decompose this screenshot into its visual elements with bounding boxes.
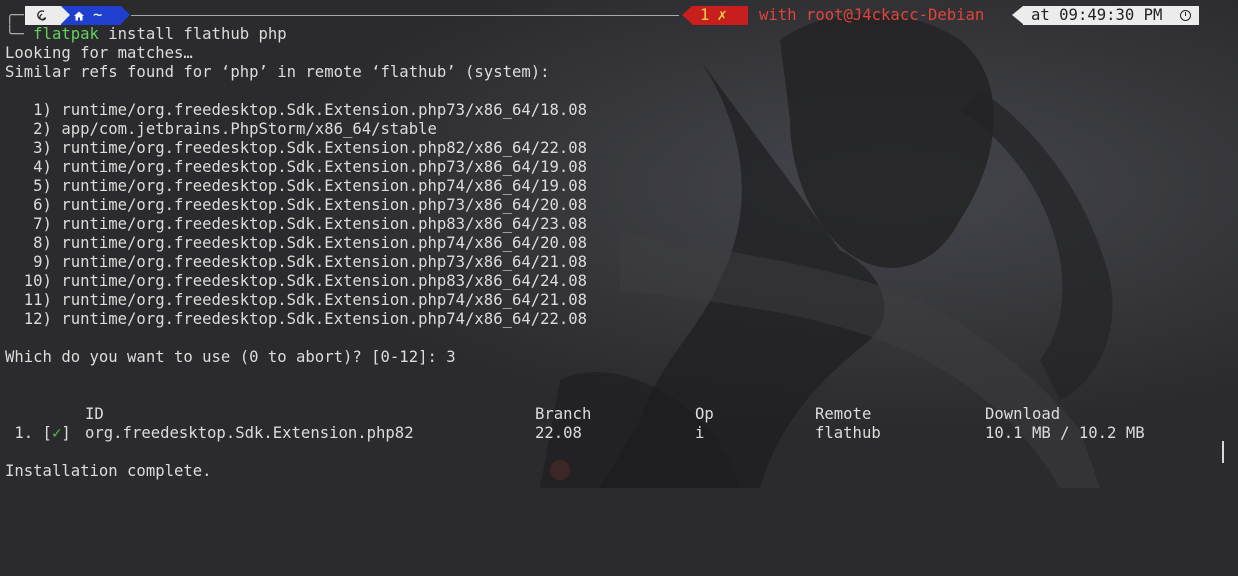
text-cursor <box>1222 441 1224 463</box>
ref-item: 11) runtime/org.freedesktop.Sdk.Extensio… <box>5 291 588 309</box>
header-op: Op <box>695 405 714 423</box>
time-segment: at 09:49:30 PM <box>1023 6 1199 25</box>
row-download: 10.1 MB / 10.2 MB <box>985 424 1145 442</box>
ref-item: 7) runtime/org.freedesktop.Sdk.Extension… <box>5 215 588 233</box>
ref-item: 8) runtime/org.freedesktop.Sdk.Extension… <box>5 234 588 252</box>
table-row: 1. [✓] org.freedesktop.Sdk.Extension.php… <box>5 424 1226 443</box>
directory-label: ~ <box>93 6 103 24</box>
time-label: at 09:49:30 PM <box>1031 6 1163 24</box>
row-bracket: ] <box>61 424 71 442</box>
prompt-rule <box>131 15 679 16</box>
header-id: ID <box>85 405 104 423</box>
error-count: 1 <box>700 6 710 24</box>
ref-item: 10) runtime/org.freedesktop.Sdk.Extensio… <box>5 272 588 290</box>
clock-icon <box>1180 10 1191 21</box>
command-name: flatpak <box>33 25 99 43</box>
command-line[interactable]: ╰─ flatpak install flathub php <box>5 25 1226 44</box>
time-segment-arrow <box>1012 6 1023 24</box>
output-looking: Looking for matches… <box>5 44 193 62</box>
error-segment-arrow <box>682 6 692 24</box>
home-icon <box>74 11 84 20</box>
debian-swirl-icon <box>37 10 47 21</box>
user-host: with root@J4ckacc-Debian <box>759 6 985 24</box>
os-segment-arrow <box>61 6 70 24</box>
ref-item: 6) runtime/org.freedesktop.Sdk.Extension… <box>5 196 588 214</box>
output-similar: Similar refs found for ‘php’ in remote ‘… <box>5 63 550 81</box>
row-remote: flathub <box>815 424 881 442</box>
error-cross-icon: ✗ <box>717 6 727 24</box>
selection-question: Which do you want to use (0 to abort)? [… <box>5 348 456 366</box>
ref-item: 2) app/com.jetbrains.PhpStorm/x86_64/sta… <box>5 120 437 138</box>
header-branch: Branch <box>535 405 592 423</box>
error-segment: 1 ✗ <box>692 6 748 25</box>
header-remote: Remote <box>815 405 872 423</box>
table-header: ID Branch Op Remote Download <box>5 405 1226 424</box>
os-segment <box>25 6 61 25</box>
directory-segment-arrow <box>121 6 130 24</box>
row-op: i <box>695 424 705 442</box>
check-icon: ✓ <box>51 424 62 442</box>
ref-item: 9) runtime/org.freedesktop.Sdk.Extension… <box>5 253 588 271</box>
ref-item: 1) runtime/org.freedesktop.Sdk.Extension… <box>5 101 588 119</box>
prompt-line: ╭─ ~ 1 ✗ with root@J4ckacc-Debian at 09:… <box>5 6 1226 25</box>
command-args: install flathub php <box>98 25 287 43</box>
ref-item: 4) runtime/org.freedesktop.Sdk.Extension… <box>5 158 588 176</box>
prompt-corner: ╭─ <box>5 6 24 24</box>
ref-item: 5) runtime/org.freedesktop.Sdk.Extension… <box>5 177 588 195</box>
ref-item: 12) runtime/org.freedesktop.Sdk.Extensio… <box>5 310 588 328</box>
directory-segment: ~ <box>61 6 121 25</box>
ref-item: 3) runtime/org.freedesktop.Sdk.Extension… <box>5 139 588 157</box>
install-complete: Installation complete. <box>5 462 212 480</box>
row-id: org.freedesktop.Sdk.Extension.php82 <box>85 424 414 442</box>
prompt-corner-bottom: ╰─ <box>5 25 34 43</box>
row-branch: 22.08 <box>535 424 582 442</box>
row-index: 1. [ <box>5 424 52 442</box>
header-download: Download <box>985 405 1061 423</box>
